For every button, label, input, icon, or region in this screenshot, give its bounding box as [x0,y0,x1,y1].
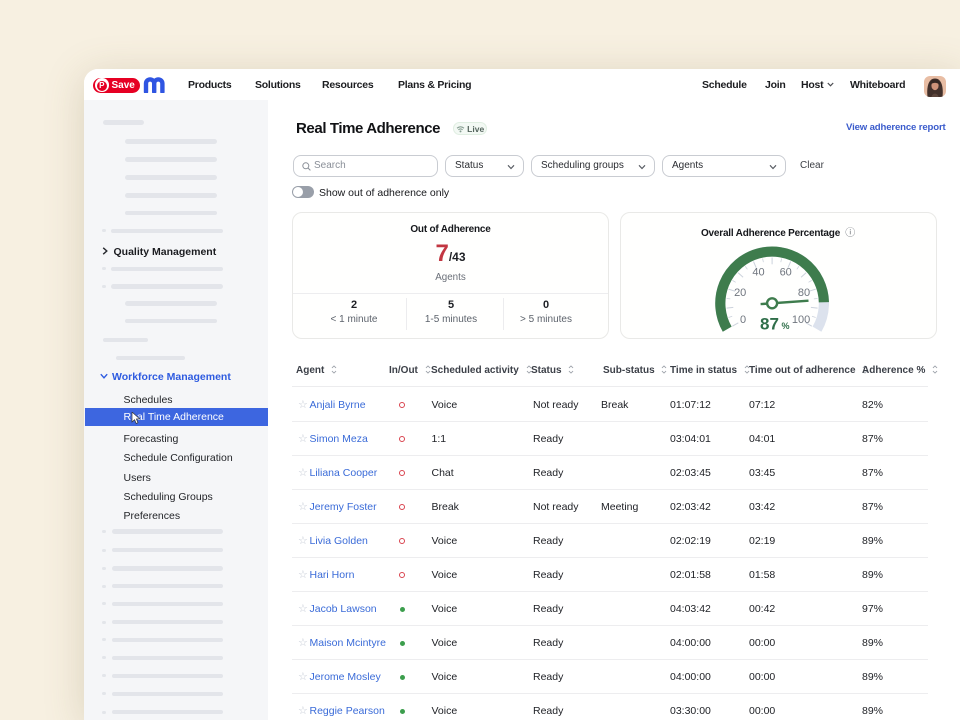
svg-text:20: 20 [734,287,746,299]
svg-text:80: 80 [797,287,809,299]
svg-text:87: 87 [760,315,779,334]
svg-text:100: 100 [791,314,809,326]
svg-text:40: 40 [752,267,764,279]
svg-text:%: % [781,321,789,331]
svg-text:60: 60 [779,267,791,279]
svg-text:0: 0 [740,314,746,326]
